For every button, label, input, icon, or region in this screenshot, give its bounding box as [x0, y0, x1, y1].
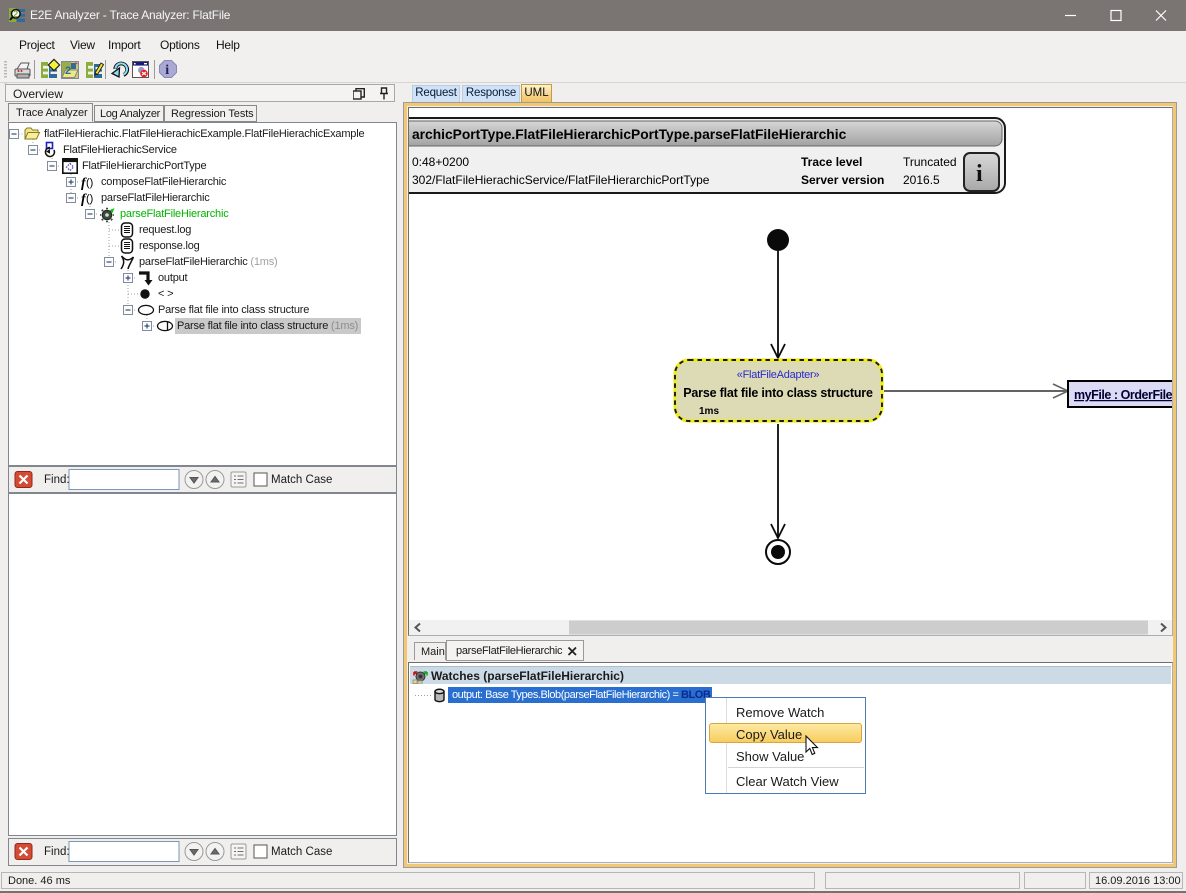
svg-text:archicPortType.FlatFileHierarc: archicPortType.FlatFileHierarchicPortTyp…: [412, 127, 847, 142]
svg-text:2: 2: [13, 9, 18, 19]
svg-text:Truncated: Truncated: [903, 155, 957, 169]
svg-text:(): (): [86, 193, 93, 205]
svg-text:1ms: 1ms: [699, 406, 719, 417]
svg-text:Trace level: Trace level: [801, 155, 862, 169]
svg-text:Server version: Server version: [801, 173, 884, 187]
svg-text:0:48+0200: 0:48+0200: [412, 155, 469, 169]
svg-text:(): (): [86, 177, 93, 189]
svg-text:2016.5: 2016.5: [903, 173, 940, 187]
svg-text:Parse flat file into class str: Parse flat file into class structure: [683, 386, 873, 400]
svg-text:2: 2: [65, 65, 71, 77]
svg-text:302/FlatFileHierachicService/F: 302/FlatFileHierachicService/FlatFileHie…: [412, 173, 710, 187]
svg-text:myFile : OrderFile: myFile : OrderFile: [1074, 388, 1172, 402]
svg-text:i: i: [976, 161, 983, 187]
svg-text:i: i: [165, 63, 169, 78]
svg-text:«FlatFileAdapter»: «FlatFileAdapter»: [737, 369, 820, 381]
